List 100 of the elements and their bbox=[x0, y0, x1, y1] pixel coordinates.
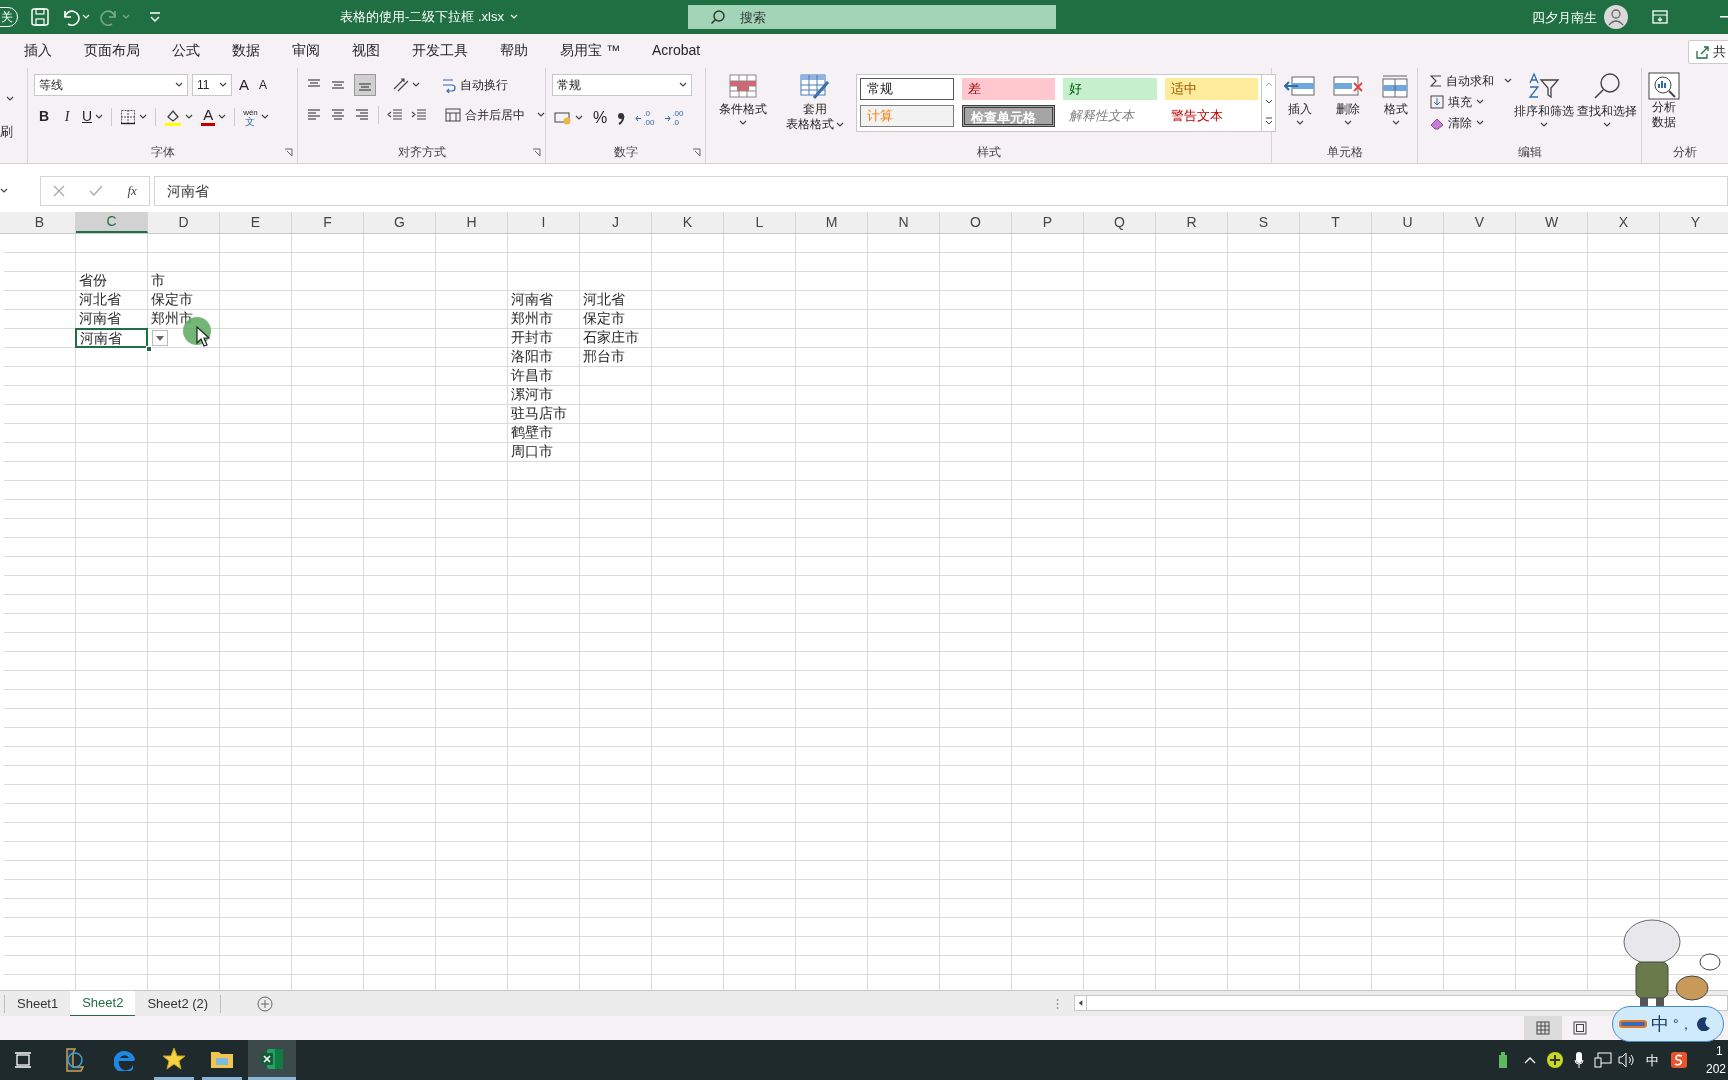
task-view-icon[interactable] bbox=[14, 1052, 32, 1068]
analyze-data-button[interactable]: 分析 数据 bbox=[1648, 72, 1680, 130]
sheet-tab[interactable]: Sheet2 (2) bbox=[135, 990, 221, 1017]
column-header[interactable]: R bbox=[1156, 212, 1228, 233]
scroll-down-icon[interactable] bbox=[1264, 99, 1273, 105]
number-format-field[interactable]: 常规 bbox=[552, 74, 692, 96]
insert-cells-button[interactable]: 插入 bbox=[1282, 74, 1318, 126]
menu-tab[interactable]: 视图 bbox=[342, 36, 390, 64]
increase-decimal-button[interactable]: .0 .00 bbox=[635, 109, 655, 127]
dialog-launcher-icon[interactable] bbox=[284, 148, 293, 157]
input-language[interactable]: 中 bbox=[1646, 1051, 1659, 1071]
page-layout-icon[interactable] bbox=[1573, 1021, 1587, 1035]
menu-tab[interactable]: 帮助 bbox=[490, 36, 538, 64]
formula-input[interactable]: 河南省 bbox=[154, 176, 1728, 206]
grow-font-button[interactable]: A bbox=[236, 74, 252, 97]
bold-button[interactable]: B bbox=[36, 106, 52, 127]
chevron-up-icon[interactable] bbox=[1524, 1056, 1536, 1064]
column-header[interactable]: J bbox=[580, 212, 652, 233]
column-header[interactable]: Q bbox=[1084, 212, 1156, 233]
sort-filter-button[interactable]: 排序和筛选 bbox=[1514, 72, 1574, 128]
customize-icon[interactable] bbox=[148, 10, 162, 24]
font-size-field[interactable]: 11 bbox=[192, 74, 232, 97]
borders-button[interactable] bbox=[120, 108, 148, 125]
table-cell[interactable]: 保定市 bbox=[148, 291, 220, 310]
column-header[interactable]: E bbox=[220, 212, 292, 233]
cell-style[interactable]: 适中 bbox=[1164, 78, 1258, 100]
menu-tab[interactable]: 开发工具 bbox=[402, 36, 478, 64]
italic-button[interactable]: I bbox=[60, 106, 74, 127]
table-cell[interactable]: 漯河市 bbox=[508, 386, 580, 405]
column-header[interactable]: Y bbox=[1660, 212, 1728, 233]
font-color-button[interactable]: A bbox=[201, 107, 227, 126]
menu-tab[interactable]: 公式 bbox=[162, 36, 210, 64]
table-cell[interactable]: 邢台市 bbox=[580, 348, 652, 367]
volume-icon[interactable] bbox=[1618, 1052, 1636, 1068]
table-cell[interactable]: 周口市 bbox=[508, 443, 580, 462]
column-header[interactable]: I bbox=[508, 212, 580, 233]
column-header[interactable]: V bbox=[1444, 212, 1516, 233]
column-header[interactable]: C bbox=[76, 212, 148, 233]
column-header[interactable]: X bbox=[1588, 212, 1660, 233]
table-cell[interactable]: 河北省 bbox=[76, 291, 148, 310]
table-cell[interactable]: 驻马店市 bbox=[508, 405, 580, 424]
name-box-caret-icon[interactable] bbox=[0, 188, 8, 194]
column-header[interactable]: P bbox=[1012, 212, 1084, 233]
dropdown-button[interactable] bbox=[152, 330, 168, 346]
add-sheet-icon[interactable] bbox=[257, 995, 274, 1012]
percent-button[interactable]: % bbox=[593, 106, 608, 130]
delete-cells-button[interactable]: 删除 bbox=[1330, 74, 1366, 126]
menu-tab[interactable]: 审阅 bbox=[282, 36, 330, 64]
wrap-text-button[interactable]: 自动换行 bbox=[442, 76, 508, 94]
menu-tab[interactable]: Acrobat bbox=[641, 36, 711, 64]
increase-indent-icon[interactable] bbox=[411, 107, 427, 123]
table-cell[interactable]: 河南省 bbox=[76, 310, 148, 329]
table-cell[interactable]: 市 bbox=[148, 272, 220, 291]
table-cell[interactable]: 鹤壁市 bbox=[508, 424, 580, 443]
usb-icon[interactable] bbox=[1498, 1051, 1508, 1069]
shrink-font-button[interactable]: A bbox=[256, 76, 271, 95]
table-cell[interactable]: 洛阳市 bbox=[508, 348, 580, 367]
clear-button[interactable]: 清除 bbox=[1430, 114, 1512, 132]
table-cell[interactable]: 石家庄市 bbox=[580, 329, 652, 348]
menu-tab[interactable]: 数据 bbox=[222, 36, 270, 64]
menu-tab[interactable]: 页面布局 bbox=[74, 36, 150, 64]
decrease-decimal-button[interactable]: .00 .0 bbox=[664, 109, 684, 127]
search-field[interactable]: 搜索 bbox=[688, 5, 1056, 29]
column-header[interactable]: U bbox=[1372, 212, 1444, 233]
format-cells-button[interactable]: 格式 bbox=[1378, 74, 1414, 126]
menu-tab[interactable]: 易用宝 ™ bbox=[550, 36, 630, 64]
cell-style[interactable]: 常规 bbox=[860, 78, 954, 100]
insert-function-button[interactable]: fx bbox=[127, 181, 137, 201]
column-header[interactable]: S bbox=[1228, 212, 1300, 233]
more-icon[interactable] bbox=[1264, 117, 1273, 125]
merge-center-button[interactable]: 合并后居中 bbox=[445, 106, 545, 124]
input-method-icon[interactable] bbox=[1670, 1051, 1688, 1069]
font-family-field[interactable]: 等线 bbox=[34, 74, 188, 97]
table-cell[interactable]: 保定市 bbox=[580, 310, 652, 329]
column-header[interactable]: H bbox=[436, 212, 508, 233]
column-header[interactable]: D bbox=[148, 212, 220, 233]
cell-style[interactable]: 好 bbox=[1063, 78, 1157, 100]
ime-punctuation[interactable]: °， bbox=[1673, 1013, 1693, 1035]
spreadsheet-app-button[interactable] bbox=[248, 1040, 296, 1080]
table-cell[interactable]: 郑州市 bbox=[148, 310, 220, 329]
avatar-icon[interactable] bbox=[1604, 5, 1628, 29]
column-header[interactable]: N bbox=[868, 212, 940, 233]
column-header[interactable]: F bbox=[292, 212, 364, 233]
decrease-indent-icon[interactable] bbox=[387, 107, 403, 123]
cell-style[interactable]: 差 bbox=[961, 78, 1055, 100]
dialog-launcher-icon[interactable] bbox=[692, 148, 701, 157]
normal-view-button[interactable] bbox=[1524, 1016, 1562, 1040]
table-cell[interactable]: 河南省 bbox=[75, 328, 148, 348]
column-header[interactable]: T bbox=[1300, 212, 1372, 233]
phonetic-button[interactable]: wén 文 bbox=[243, 107, 269, 126]
browser-icon[interactable] bbox=[114, 1049, 136, 1071]
ime-mode[interactable]: 中 bbox=[1651, 1010, 1669, 1038]
share-button[interactable]: 共 bbox=[1688, 40, 1728, 64]
autosum-button[interactable]: 自动求和 bbox=[1430, 72, 1512, 90]
table-cell[interactable]: 郑州市 bbox=[508, 310, 580, 329]
table-cell[interactable]: 开封市 bbox=[508, 329, 580, 348]
underline-button[interactable]: U bbox=[82, 106, 104, 127]
accounting-format-button[interactable] bbox=[554, 111, 583, 125]
column-header[interactable]: G bbox=[364, 212, 436, 233]
game-launcher-icon[interactable] bbox=[63, 1047, 85, 1073]
